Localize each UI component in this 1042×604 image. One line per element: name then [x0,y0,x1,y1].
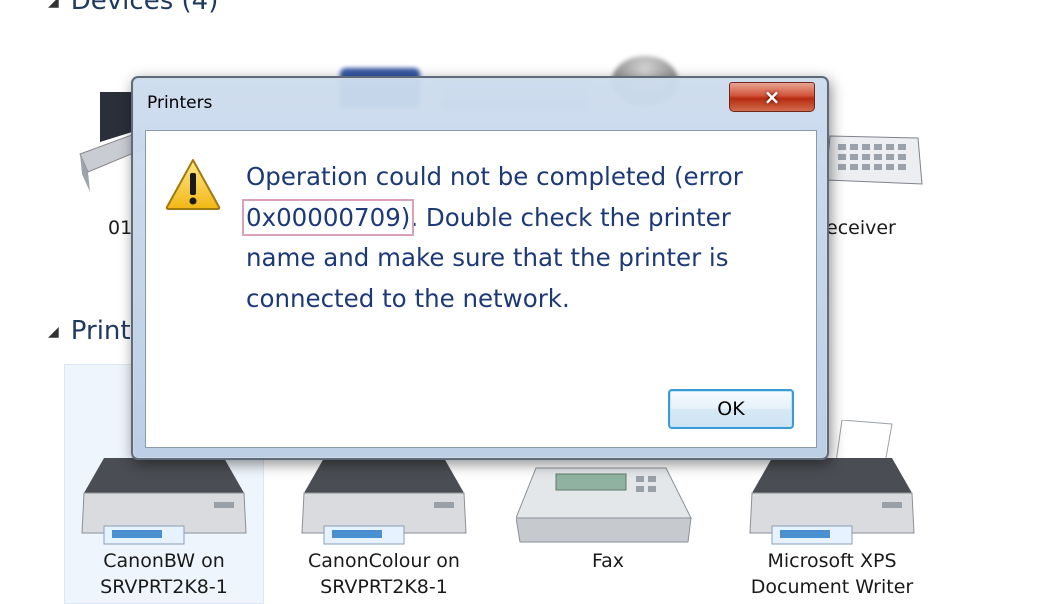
keyboard-icon[interactable] [826,128,926,208]
error-message: Operation could not be completed (error … [241,157,806,319]
printer-name-line2: Document Writer [750,576,914,598]
collapse-arrow-icon[interactable]: ◢ [48,324,59,340]
error-dialog: Printers × Operation could not be comple… [131,76,829,460]
error-code-highlight: 0x00000709) [241,198,415,236]
close-icon: × [763,85,781,109]
printer-name-line2: SRVPRT2K8-1 [100,576,228,598]
dialog-title: Printers [147,93,213,113]
printers-group-label: Print [70,316,131,346]
fax-icon [516,467,692,543]
dialog-content: Operation could not be completed (error … [145,130,817,448]
devices-group-header[interactable]: ◢ Devices (4) [48,0,218,16]
ok-button[interactable]: OK [668,389,794,429]
printers-group-header[interactable]: ◢ Print [48,316,131,346]
close-button[interactable]: × [729,82,815,112]
device-label-receiver: eceiver [826,217,896,239]
printer-name-line2: SRVPRT2K8-1 [320,576,448,598]
error-message-text: Operation could not be completed (error [246,162,743,191]
printer-name-line1: CanonColour on [308,550,460,572]
device-label-partial: 01 [108,217,133,239]
devices-group-label: Devices (4) [70,0,219,16]
printer-name-line1: Microsoft XPS [767,550,897,572]
warning-icon [165,159,221,210]
collapse-arrow-icon[interactable]: ◢ [48,0,59,10]
printer-name-line1: CanonBW on [103,550,225,572]
printer-name-line1: Fax [591,550,625,572]
